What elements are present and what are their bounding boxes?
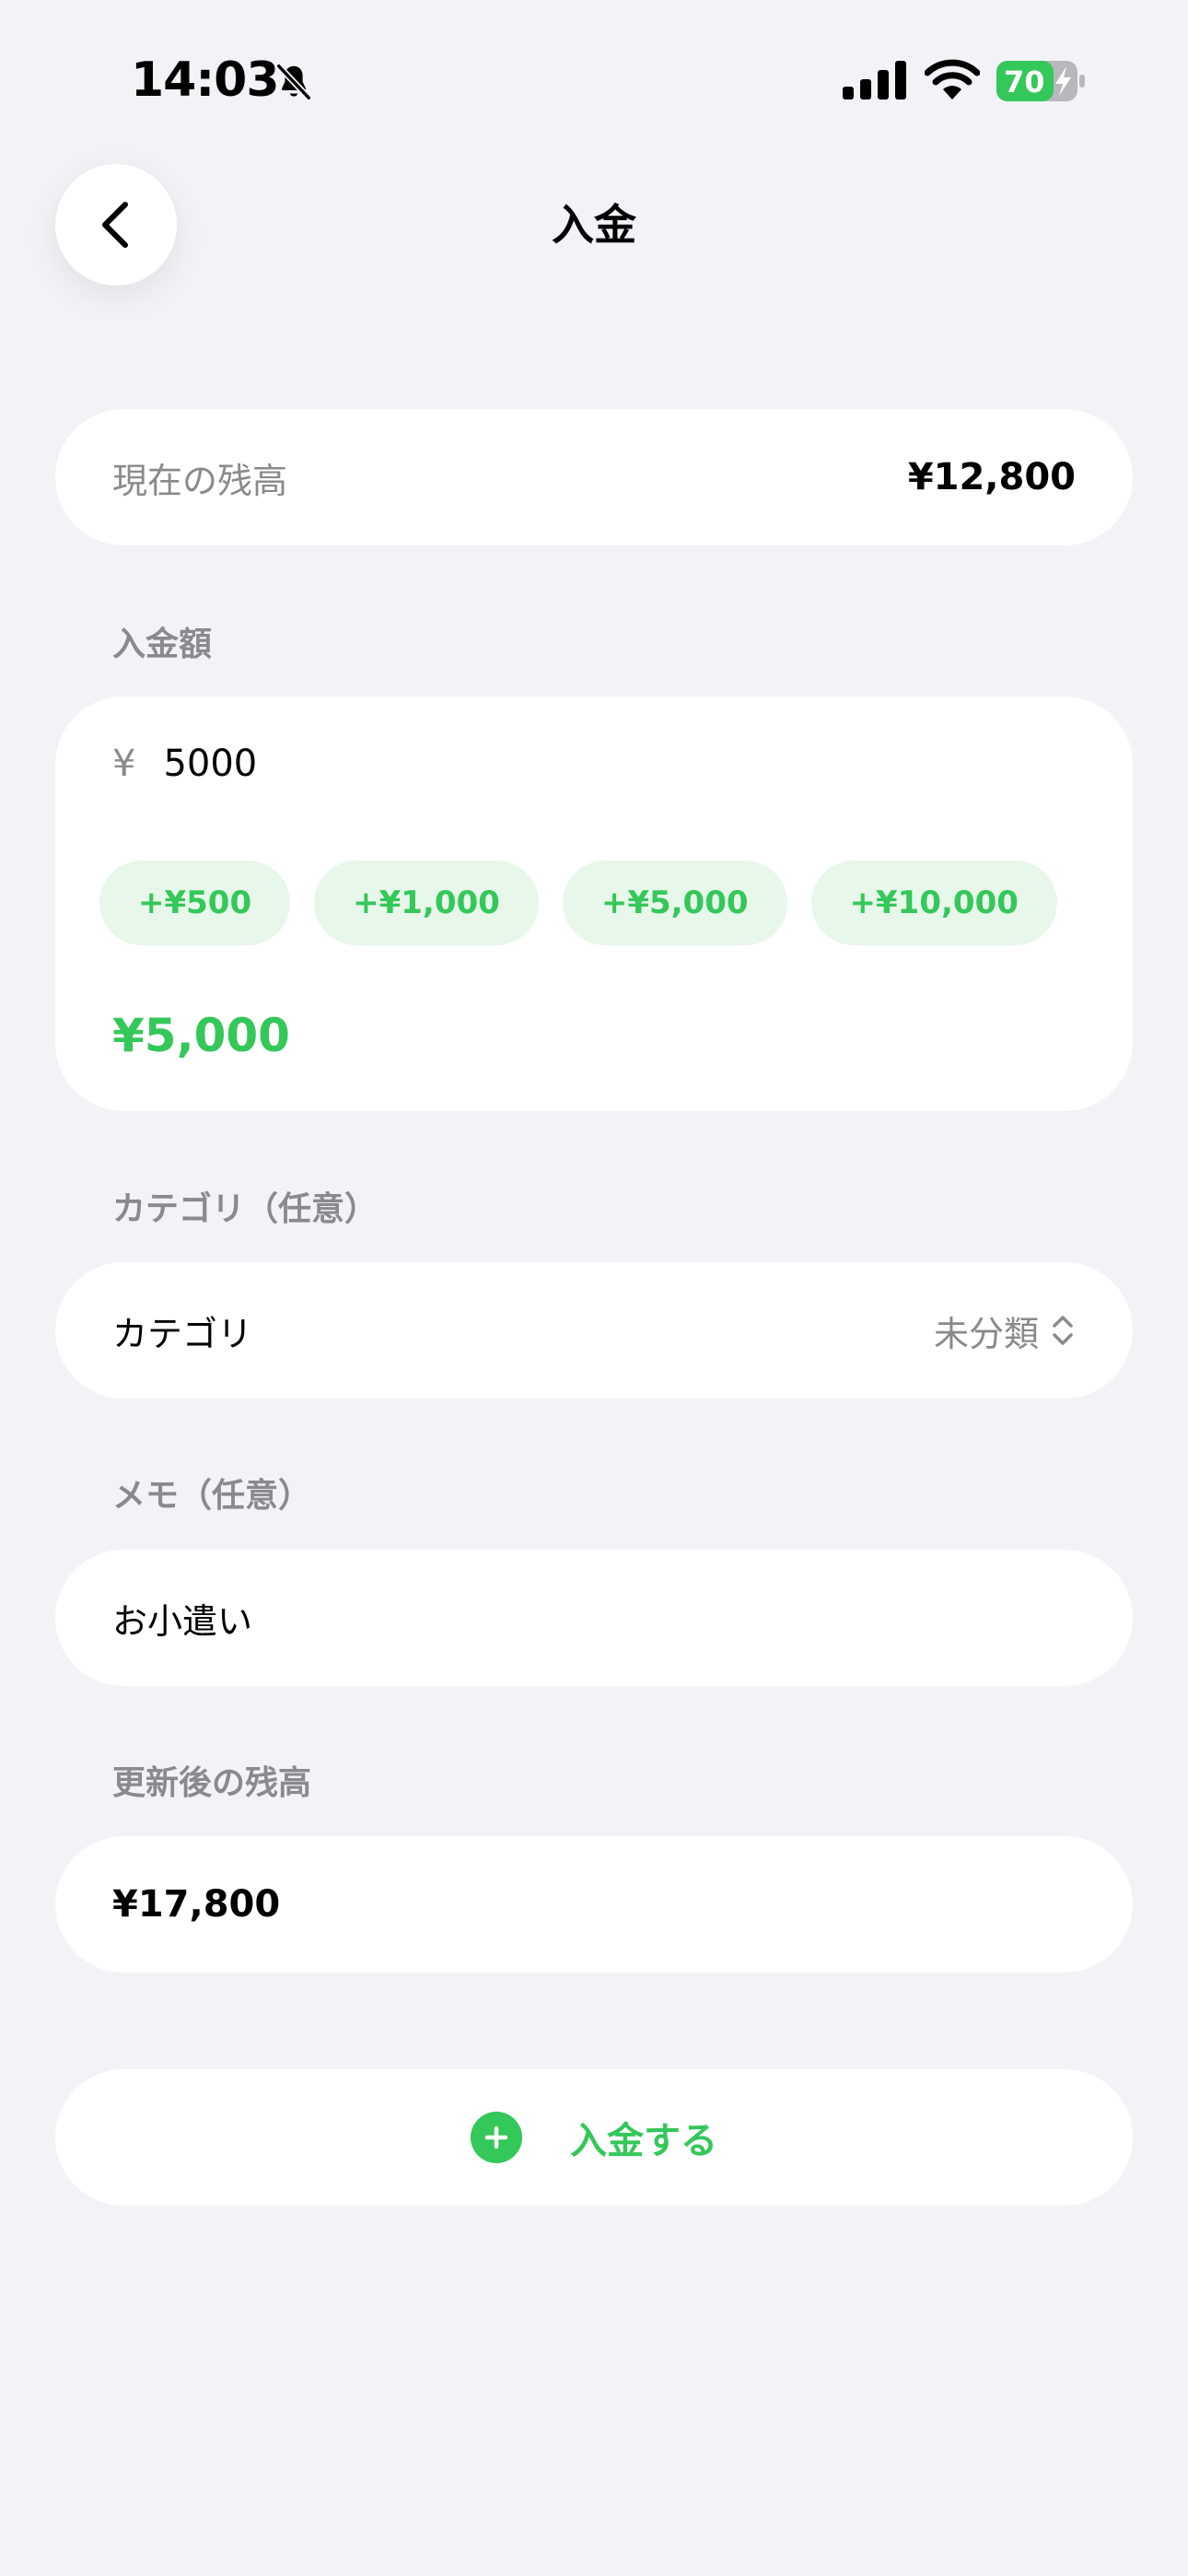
battery-level: 70 (1004, 64, 1045, 100)
bell-slash-icon (275, 63, 312, 101)
amount-card: ¥ +¥500 +¥1,000 +¥5,000 +¥10,000 ¥5,000 (55, 697, 1133, 1111)
amount-display: ¥5,000 (112, 1009, 290, 1062)
currency-symbol: ¥ (112, 743, 136, 785)
category-picker[interactable]: カテゴリ 未分類 (55, 1262, 1133, 1399)
battery-charging-icon: 70 (996, 61, 1085, 101)
amount-section-label: 入金額 (112, 626, 213, 663)
plus-icon (484, 2125, 508, 2149)
status-time: 14:03 (131, 53, 280, 108)
amount-input-row: ¥ (112, 743, 716, 785)
current-balance-card: 現在の残高 ¥12,800 (55, 409, 1133, 545)
category-label: カテゴリ (112, 1313, 253, 1354)
deposit-submit-button[interactable]: 入金する (55, 2069, 1133, 2206)
memo-value: お小遣い (112, 1600, 253, 1642)
deposit-submit-label: 入金する (570, 2120, 717, 2162)
category-value-group: 未分類 (934, 1306, 1076, 1356)
page-title: 入金 (552, 200, 636, 250)
memo-section-label: メモ（任意） (112, 1477, 312, 1515)
cellular-signal-icon (843, 61, 906, 100)
amount-input[interactable] (163, 743, 716, 785)
quick-add-chips: +¥500 +¥1,000 +¥5,000 +¥10,000 (99, 861, 1057, 945)
current-balance-label: 現在の残高 (112, 460, 288, 501)
wifi-icon (925, 59, 980, 100)
category-selected-value: 未分類 (933, 1313, 1039, 1354)
updated-balance-card: ¥17,800 (55, 1836, 1133, 1973)
updated-balance-value: ¥17,800 (112, 1883, 281, 1926)
category-section-label: カテゴリ（任意） (112, 1190, 379, 1228)
quick-add-10000-button[interactable]: +¥10,000 (810, 861, 1057, 945)
quick-add-500-button[interactable]: +¥500 (99, 861, 291, 945)
memo-field[interactable]: お小遣い (55, 1550, 1133, 1686)
current-balance-value: ¥12,800 (907, 456, 1076, 498)
chevron-up-down-icon (1053, 1316, 1073, 1345)
updated-balance-section-label: 更新後の残高 (112, 1764, 312, 1802)
plus-circle-icon (471, 2112, 522, 2163)
quick-add-1000-button[interactable]: +¥1,000 (314, 861, 539, 945)
quick-add-5000-button[interactable]: +¥5,000 (562, 861, 787, 945)
